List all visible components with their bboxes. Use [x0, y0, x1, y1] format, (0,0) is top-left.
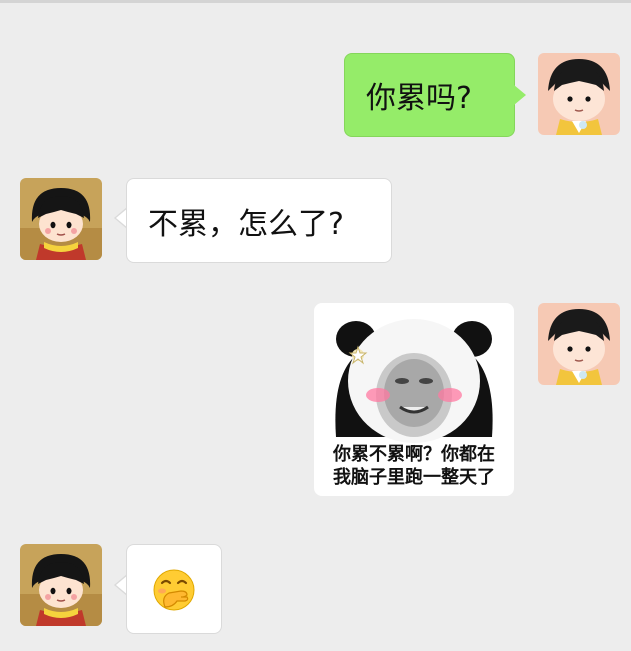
- my-avatar-image: [538, 53, 620, 135]
- contact-avatar-image: [20, 178, 102, 260]
- message-text: 你累吗?: [366, 81, 472, 116]
- bubble-tail: [514, 85, 526, 105]
- my-avatar-image: [538, 303, 620, 385]
- top-divider: [0, 0, 631, 3]
- emoji-message-bubble[interactable]: [126, 544, 222, 634]
- message-bubble-received[interactable]: 不累，怎么了?: [126, 178, 392, 263]
- contact-avatar[interactable]: [20, 178, 102, 260]
- contact-avatar-image: [20, 544, 102, 626]
- panda-meme-image: [335, 319, 493, 443]
- sticker-caption-line2: 我脑子里跑一整天了: [333, 467, 495, 488]
- sticker-caption-line1: 你累不累啊？你都在: [333, 444, 495, 465]
- hand-over-mouth-emoji-icon: [153, 569, 195, 611]
- message-text: 不累，怎么了?: [148, 206, 344, 242]
- my-avatar[interactable]: [538, 303, 620, 385]
- message-bubble-sent[interactable]: 你累吗?: [344, 53, 515, 137]
- my-avatar[interactable]: [538, 53, 620, 135]
- sticker-message[interactable]: 你累不累啊？你都在 我脑子里跑一整天了: [314, 303, 514, 496]
- contact-avatar[interactable]: [20, 544, 102, 626]
